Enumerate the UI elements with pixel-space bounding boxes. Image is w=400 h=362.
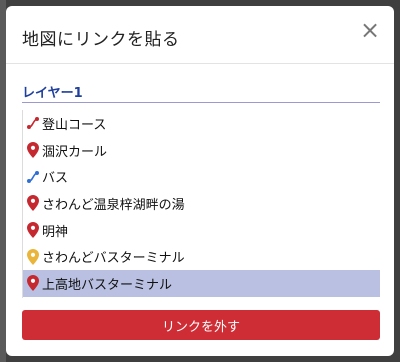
map-pin-icon — [25, 248, 41, 265]
list-item-label: さわんど温泉梓湖畔の湯 — [42, 197, 185, 213]
list-item[interactable]: さわんど温泉梓湖畔の湯 — [23, 190, 380, 217]
unlink-button[interactable]: リンクを外す — [22, 310, 380, 340]
layer-divider — [22, 102, 380, 103]
list-item-label: 登山コース — [42, 117, 107, 133]
list-item-label: さわんどバスターミナル — [42, 251, 185, 267]
list-item[interactable]: 登山コース — [23, 110, 380, 137]
list-item[interactable]: 明神 — [23, 217, 380, 244]
feature-list: 登山コース涸沢カールバスさわんど温泉梓湖畔の湯 明神さわんどバスターミナル 上高地バ… — [22, 110, 380, 298]
list-item-label: 明神 — [42, 224, 69, 240]
list-item[interactable]: 上高地バスターミナル — [23, 270, 380, 297]
list-item-label: バス — [42, 171, 69, 187]
list-item-label: 上高地バスターミナル — [42, 277, 173, 293]
link-to-map-dialog: 地図にリンクを貼る × レイヤー1 登山コース涸沢カールバスさわんど温泉梓湖畔の… — [6, 6, 394, 356]
map-pin-icon — [25, 275, 41, 292]
list-item[interactable]: さわんどバスターミナル — [23, 243, 380, 270]
map-pin-icon — [25, 222, 41, 239]
list-item-label: 涸沢カール — [42, 144, 108, 160]
dialog-title: 地図にリンクを貼る — [22, 30, 180, 50]
list-item[interactable]: 涸沢カール — [23, 137, 380, 164]
map-pin-icon — [25, 195, 41, 212]
route-icon — [25, 169, 41, 185]
map-pin-icon — [25, 142, 41, 159]
route-icon — [25, 115, 41, 131]
dialog-header: 地図にリンクを貼る × — [6, 6, 394, 64]
layer-title: レイヤー1 — [22, 86, 83, 101]
close-icon[interactable]: × — [358, 18, 382, 42]
list-item[interactable]: バス — [23, 163, 380, 190]
